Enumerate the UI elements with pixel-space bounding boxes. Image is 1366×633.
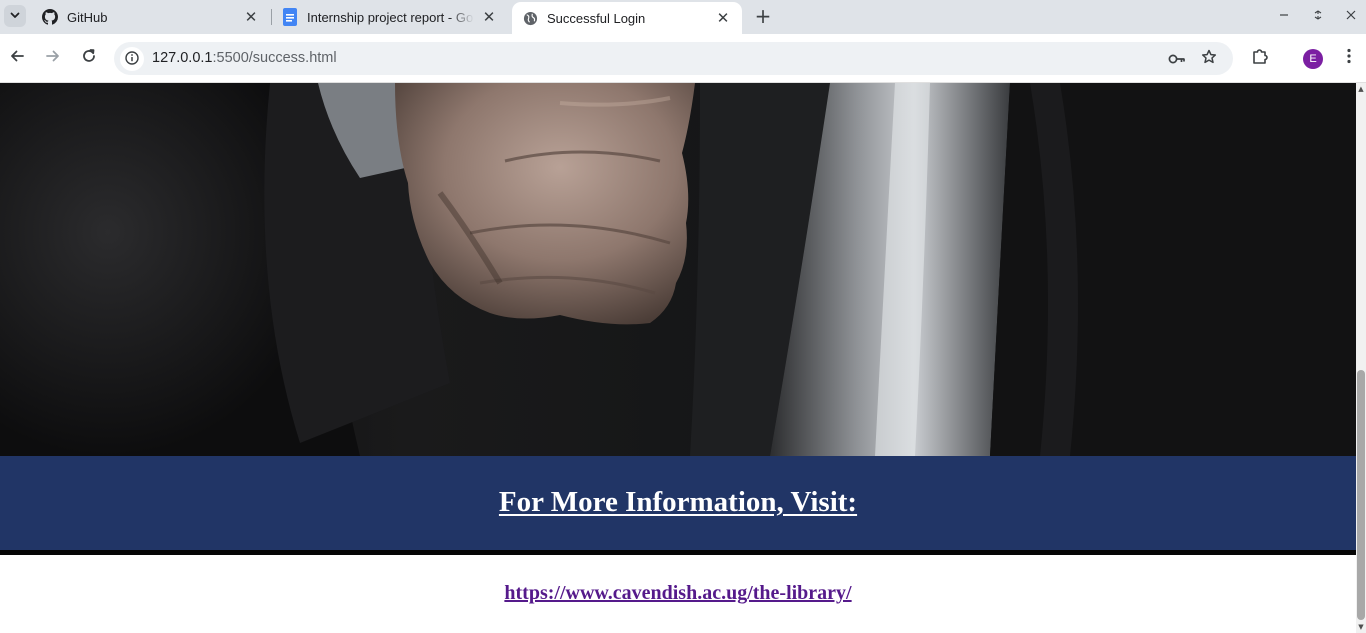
info-heading: For More Information, Visit: (498, 485, 858, 518)
bookmark-button[interactable] (1198, 48, 1220, 70)
tab-title: Internship project report - Go (307, 9, 474, 25)
minimize-button[interactable] (1274, 6, 1294, 26)
back-button[interactable] (5, 46, 29, 70)
chevron-down-icon (9, 9, 21, 24)
close-icon[interactable]: ✕ (242, 8, 260, 26)
close-window-button[interactable] (1341, 6, 1361, 26)
tab-search-button[interactable] (4, 5, 26, 27)
close-icon[interactable]: ✕ (714, 9, 732, 27)
new-tab-button[interactable]: + (752, 4, 774, 28)
extensions-button[interactable] (1249, 47, 1271, 69)
arrow-right-icon (45, 48, 61, 68)
info-icon (125, 50, 139, 69)
page-viewport: For More Information, Visit: https://www… (0, 83, 1356, 633)
browser-menu-button[interactable] (1338, 47, 1360, 69)
key-icon (1168, 50, 1186, 69)
scroll-up-arrow-icon[interactable]: ▲ (1357, 85, 1365, 93)
google-docs-icon (282, 8, 298, 26)
close-icon[interactable]: ✕ (480, 8, 498, 26)
hero-image (0, 83, 1356, 456)
info-banner: For More Information, Visit: (0, 456, 1356, 550)
reload-icon (81, 48, 97, 68)
link-section: https://www.cavendish.ac.ug/the-library/ (0, 555, 1356, 633)
reload-button[interactable] (77, 46, 101, 70)
tab-strip: GitHub ✕ Internship project report - Go … (0, 0, 1366, 34)
tab-internship-report[interactable]: Internship project report - Go ✕ (272, 3, 508, 31)
address-bar[interactable]: 127.0.0.1:5500/success.html (114, 42, 1233, 75)
plus-icon: + (754, 4, 772, 28)
suit-fist-photo (0, 83, 1356, 456)
tab-github[interactable]: GitHub ✕ (32, 3, 270, 31)
scroll-down-arrow-icon[interactable]: ▼ (1357, 623, 1365, 631)
restore-icon (1313, 9, 1323, 24)
github-icon (42, 9, 58, 25)
arrow-left-icon (9, 48, 25, 68)
browser-toolbar: 127.0.0.1:5500/success.html E (0, 34, 1366, 83)
password-key-button[interactable] (1166, 48, 1188, 70)
restore-button[interactable] (1308, 6, 1328, 26)
profile-initial: E (1309, 53, 1317, 65)
tab-successful-login[interactable]: Successful Login ✕ (512, 2, 742, 34)
scrollbar-thumb[interactable] (1357, 370, 1365, 620)
globe-icon (522, 10, 538, 26)
site-info-button[interactable] (120, 47, 144, 71)
minimize-icon (1279, 9, 1289, 24)
page-scrollbar[interactable]: ▲ ▼ (1356, 83, 1366, 633)
profile-avatar[interactable]: E (1303, 49, 1323, 69)
tab-title: Successful Login (547, 10, 646, 26)
url-path: :5500/success.html (212, 50, 337, 66)
forward-button[interactable] (41, 46, 65, 70)
close-icon (1346, 9, 1356, 24)
puzzle-icon (1251, 47, 1269, 69)
tab-title: GitHub (67, 9, 108, 25)
library-link[interactable]: https://www.cavendish.ac.ug/the-library/ (504, 582, 851, 633)
url-text[interactable]: 127.0.0.1:5500/success.html (152, 50, 337, 66)
star-icon (1201, 49, 1217, 69)
url-host: 127.0.0.1 (152, 50, 213, 66)
more-vert-icon (1347, 48, 1351, 68)
